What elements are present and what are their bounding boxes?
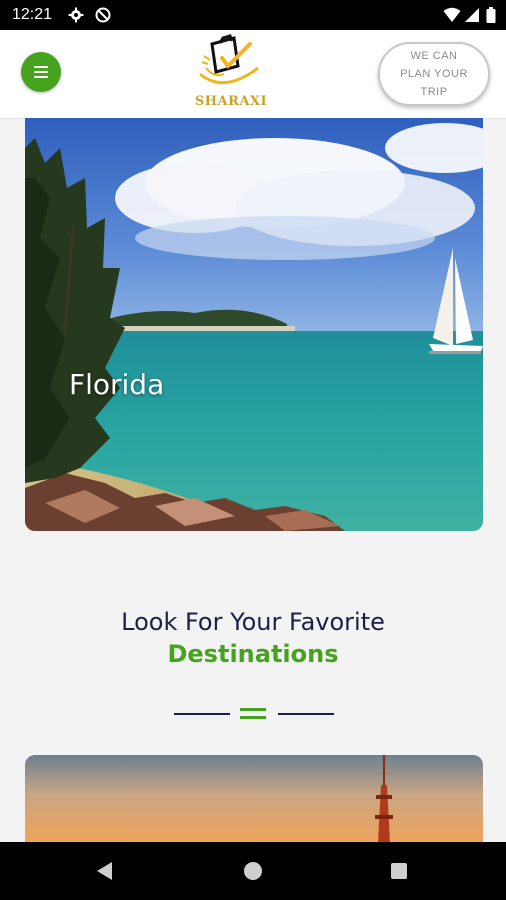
logo-text: SHARAXI [194,94,268,109]
destination-card-florida[interactable]: Florida [25,118,483,531]
sharaxi-logo[interactable]: SHARAXI [194,34,268,112]
florida-photo [25,118,483,531]
app-header: SHARAXI WE CAN PLAN YOUR TRIP [0,30,506,119]
suitcase-logo-icon [199,34,259,85]
battery-icon [486,7,496,23]
hero-title: Florida [69,368,165,401]
destination-card-next[interactable] [25,755,483,843]
no-sim-icon [95,7,111,23]
plan-trip-label: WE CAN PLAN YOUR TRIP [400,50,468,98]
signal-icon [465,8,479,22]
destination-photo [25,755,483,843]
divider-line-left [174,713,230,715]
back-icon[interactable] [97,862,112,880]
divider-accent-top [240,708,266,711]
divider-line-right [278,713,334,715]
divider-accent-bottom [240,716,266,719]
section-subtitle: Destinations [167,640,339,668]
status-bar: 12:21 [0,0,506,30]
gear-icon [68,7,84,23]
system-nav-bar [0,842,506,900]
wifi-icon [443,7,461,22]
recents-icon[interactable] [391,863,407,879]
menu-button[interactable] [21,52,61,92]
status-time: 12:21 [12,6,53,23]
section-title: Look For Your Favorite [121,608,385,636]
hamburger-icon [34,66,48,68]
plan-trip-button[interactable]: WE CAN PLAN YOUR TRIP [378,42,490,106]
home-icon[interactable] [244,862,262,880]
